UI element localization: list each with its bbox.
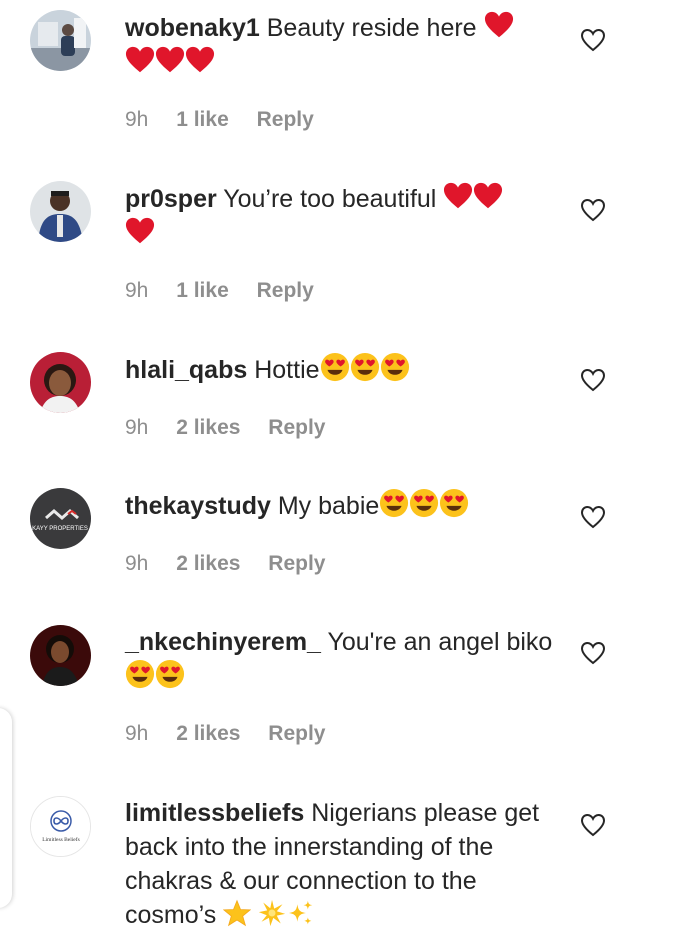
comment-text: pr0sper You’re too beautiful <box>125 181 555 251</box>
reply-button[interactable]: Reply <box>257 108 314 131</box>
avatar[interactable]: Limitless Beliefs <box>30 796 91 857</box>
comment-time: 9h <box>125 722 149 745</box>
comment-meta: 9h 1 like Reply <box>125 279 336 303</box>
comment-body: Beauty reside here <box>266 14 477 42</box>
heart-eyes-icon <box>350 352 379 382</box>
comment-username[interactable]: wobenaky1 <box>125 14 260 42</box>
heart-outline-icon <box>580 813 606 837</box>
like-button[interactable] <box>580 812 606 838</box>
comment-text: hlali_qabs Hottie <box>125 352 555 387</box>
heart-eyes-icon <box>380 488 409 518</box>
heart-eyes-icon <box>440 488 469 518</box>
red-heart-icon <box>484 11 513 38</box>
comment-likes[interactable]: 1 like <box>176 108 229 131</box>
like-button[interactable] <box>580 197 606 223</box>
heart-eyes-icon <box>410 488 439 518</box>
comment-meta: 9h 2 likes Reply <box>125 416 347 440</box>
red-heart-icon <box>474 182 503 209</box>
comment-body: You're an angel biko <box>327 628 553 656</box>
avatar[interactable]: KAYY PROPERTIES <box>30 488 91 549</box>
heart-eyes-icon <box>155 659 185 689</box>
red-heart-icon <box>444 182 473 209</box>
comment-username[interactable]: thekaystudy <box>125 492 271 520</box>
heart-eyes-icon <box>320 352 349 382</box>
side-panel-edge <box>0 708 12 908</box>
avatar[interactable] <box>30 625 91 686</box>
comment-body: You’re too beautiful <box>223 185 437 213</box>
heart-outline-icon <box>580 641 606 665</box>
avatar[interactable] <box>30 181 91 242</box>
like-button[interactable] <box>580 504 606 530</box>
reply-button[interactable]: Reply <box>268 416 325 439</box>
heart-outline-icon <box>580 28 606 52</box>
reply-button[interactable]: Reply <box>268 722 325 745</box>
red-heart-icon <box>155 46 185 73</box>
comment-body: My babie <box>277 492 380 520</box>
like-button[interactable] <box>580 367 606 393</box>
heart-outline-icon <box>580 198 606 222</box>
heart-outline-icon <box>580 505 606 529</box>
red-heart-icon <box>185 46 215 73</box>
like-button[interactable] <box>580 640 606 666</box>
comment-body: Hottie <box>254 356 320 384</box>
comment-username[interactable]: pr0sper <box>125 185 217 213</box>
comment-meta: 9h 2 likes Reply <box>125 722 347 746</box>
comment-likes[interactable]: 2 likes <box>176 416 240 439</box>
sparkles-icon <box>288 900 313 925</box>
comment-text: thekaystudy My babie <box>125 488 555 523</box>
red-heart-icon <box>125 46 155 73</box>
comment-time: 9h <box>125 552 149 575</box>
reply-button[interactable]: Reply <box>257 279 314 302</box>
comment-username[interactable]: _nkechinyerem_ <box>125 628 321 656</box>
comment-time: 9h <box>125 108 149 131</box>
avatar[interactable] <box>30 352 91 413</box>
comment-text: _nkechinyerem_ You're an angel biko <box>125 625 555 694</box>
comment-username[interactable]: limitlessbeliefs <box>125 799 304 827</box>
reply-button[interactable]: Reply <box>268 552 325 575</box>
heart-eyes-icon <box>125 659 155 689</box>
comment-time: 9h <box>125 416 149 439</box>
avatar[interactable] <box>30 10 91 71</box>
comment-time: 9h <box>125 279 149 302</box>
comment-likes[interactable]: 1 like <box>176 279 229 302</box>
star-icon <box>223 899 252 927</box>
red-heart-icon <box>125 217 155 244</box>
heart-eyes-icon <box>380 352 409 382</box>
comment-likes[interactable]: 2 likes <box>176 552 240 575</box>
avatar-logo-text: KAYY PROPERTIES <box>32 526 88 532</box>
comment-text: limitlessbeliefs Nigerians please get ba… <box>125 796 565 932</box>
like-button[interactable] <box>580 27 606 53</box>
comment-meta: 9h 2 likes Reply <box>125 552 347 576</box>
glowing-star-icon <box>259 899 286 927</box>
comment-text: wobenaky1 Beauty reside here <box>125 10 555 80</box>
avatar-logo-text: Limitless Beliefs <box>42 836 79 843</box>
comment-username[interactable]: hlali_qabs <box>125 356 247 384</box>
comment-meta: 9h 1 like Reply <box>125 108 336 132</box>
comment-likes[interactable]: 2 likes <box>176 722 240 745</box>
heart-outline-icon <box>580 368 606 392</box>
